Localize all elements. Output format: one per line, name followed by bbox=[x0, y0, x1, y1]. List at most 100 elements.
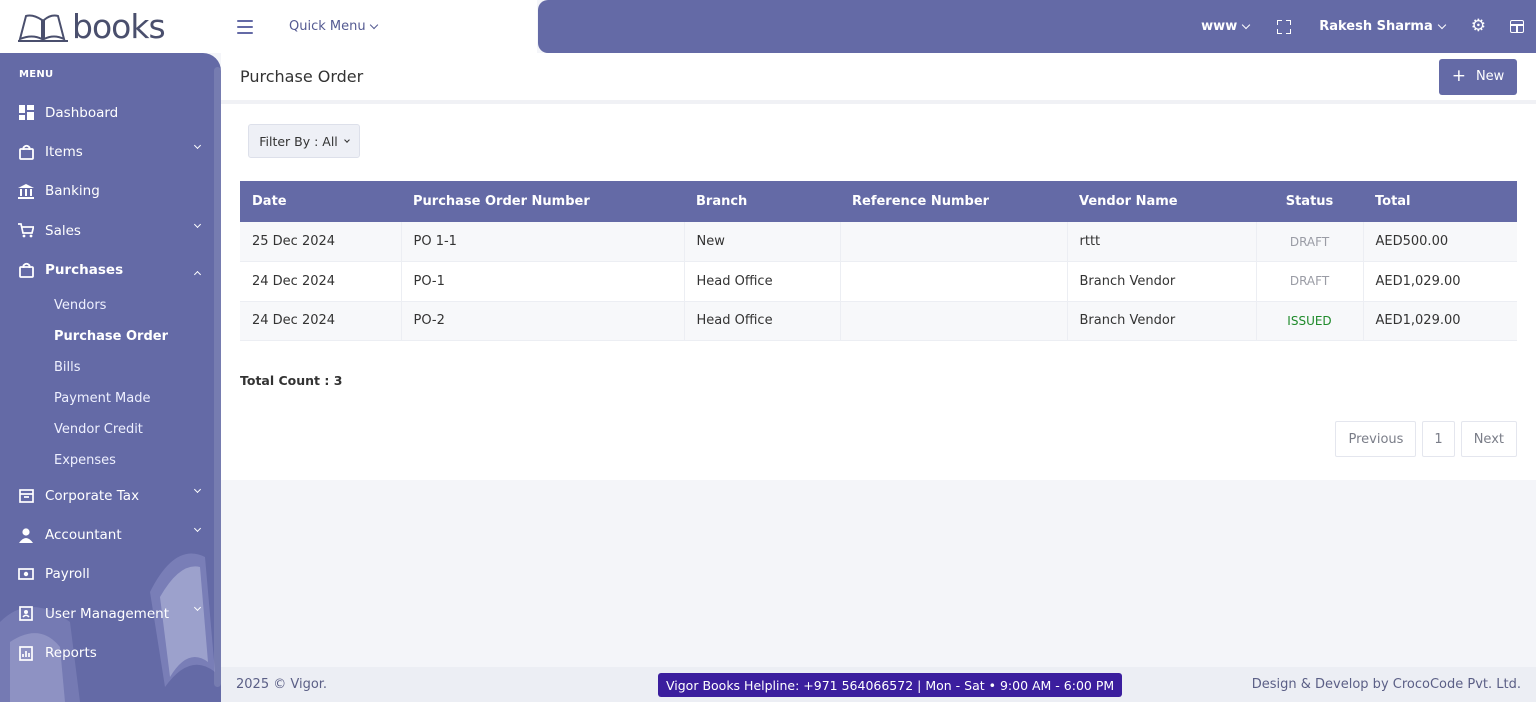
footer-credit: Design & Develop by CrocoCode Pvt. Ltd. bbox=[1251, 677, 1521, 692]
cell-date: 24 Dec 2024 bbox=[240, 301, 402, 341]
chevron-down-icon bbox=[193, 604, 202, 612]
cell-branch: Head Office bbox=[684, 301, 841, 341]
sidebar-item-accountant[interactable]: Accountant bbox=[0, 515, 221, 554]
chevron-down-icon bbox=[193, 485, 202, 493]
submenu-item-bills[interactable]: Bills bbox=[0, 352, 221, 383]
footer-copyright: 2025 © Vigor. bbox=[236, 677, 328, 692]
table-header-row: Date Purchase Order Number Branch Refere… bbox=[240, 181, 1517, 222]
hamburger-menu-icon[interactable] bbox=[235, 19, 255, 35]
user-icon bbox=[18, 527, 34, 543]
filter-dropdown[interactable]: Filter By : All bbox=[248, 124, 360, 158]
bag-icon bbox=[18, 262, 34, 279]
cell-total: AED1,029.00 bbox=[1375, 313, 1461, 329]
column-header-po-number[interactable]: Purchase Order Number bbox=[401, 181, 684, 222]
sidebar-item-items[interactable]: Items bbox=[0, 132, 221, 171]
next-page-button[interactable]: Next bbox=[1460, 421, 1517, 457]
workspace-dropdown[interactable]: www bbox=[1201, 19, 1251, 34]
sidebar-item-banking[interactable]: Banking bbox=[0, 172, 221, 211]
cart-icon bbox=[18, 223, 34, 239]
previous-page-button[interactable]: Previous bbox=[1335, 421, 1417, 457]
submenu-item-payment-made[interactable]: Payment Made bbox=[0, 383, 221, 414]
helpline-banner: Vigor Books Helpline: +971 564066572 | M… bbox=[658, 673, 1123, 697]
sidebar-item-label: Purchases bbox=[45, 262, 124, 279]
column-header-total[interactable]: Total bbox=[1363, 181, 1517, 222]
table-row[interactable]: 24 Dec 2024 PO-1 Head Office Branch Vend… bbox=[240, 261, 1517, 301]
column-header-branch[interactable]: Branch bbox=[684, 181, 840, 222]
cell-reference-number bbox=[840, 301, 1068, 341]
filter-label: Filter By : All bbox=[259, 133, 338, 149]
sidebar-item-label: Banking bbox=[45, 183, 100, 200]
sidebar-item-sales[interactable]: Sales bbox=[0, 211, 221, 250]
footer: 2025 © Vigor. Vigor Books Helpline: +971… bbox=[221, 667, 1536, 702]
cell-total: AED1,029.00 bbox=[1375, 273, 1461, 289]
user-menu-dropdown[interactable]: Rakesh Sharma bbox=[1319, 19, 1446, 34]
column-header-vendor-name[interactable]: Vendor Name bbox=[1067, 181, 1256, 222]
status-badge: DRAFT bbox=[1256, 261, 1364, 301]
table-row[interactable]: 24 Dec 2024 PO-2 Head Office Branch Vend… bbox=[240, 301, 1517, 341]
submenu-item-expenses[interactable]: Expenses bbox=[0, 445, 221, 476]
sidebar-item-corporate-tax[interactable]: Corporate Tax bbox=[0, 476, 221, 515]
submenu-item-vendor-credit[interactable]: Vendor Credit bbox=[0, 414, 221, 445]
column-header-status[interactable]: Status bbox=[1256, 181, 1363, 222]
chevron-down-icon bbox=[343, 137, 350, 143]
user-badge-icon bbox=[18, 606, 34, 622]
money-icon bbox=[18, 566, 34, 582]
sidebar-item-user-management[interactable]: User Management bbox=[0, 594, 221, 633]
bank-icon bbox=[18, 183, 34, 199]
plus-icon: + bbox=[1451, 66, 1466, 86]
submenu-item-purchase-order[interactable]: Purchase Order bbox=[0, 321, 221, 352]
pagination: Previous 1 Next bbox=[1335, 421, 1517, 457]
quick-menu-dropdown[interactable]: Quick Menu bbox=[289, 19, 378, 34]
cell-po-number: PO-2 bbox=[401, 301, 685, 341]
table-row[interactable]: 25 Dec 2024 PO 1-1 New rttt DRAFT AED500… bbox=[240, 222, 1517, 262]
quick-menu-label: Quick Menu bbox=[289, 19, 366, 34]
column-header-reference-number[interactable]: Reference Number bbox=[840, 181, 1067, 222]
bag-icon bbox=[18, 144, 34, 160]
new-purchase-order-button[interactable]: + New bbox=[1439, 58, 1517, 95]
chevron-down-icon bbox=[193, 142, 202, 150]
cell-vendor-name: rttt bbox=[1067, 222, 1257, 262]
cell-branch: Head Office bbox=[684, 261, 841, 301]
purchases-submenu: Vendors Purchase Order Bills Payment Mad… bbox=[0, 290, 221, 476]
main-content: Purchase Order + New Filter By : All Dat… bbox=[221, 53, 1536, 480]
cell-po-number: PO-1 bbox=[401, 261, 685, 301]
brand-logo[interactable]: books bbox=[0, 0, 221, 53]
fullscreen-icon[interactable] bbox=[1277, 19, 1292, 34]
sidebar-item-label: Dashboard bbox=[45, 104, 119, 121]
sidebar-item-payroll[interactable]: Payroll bbox=[0, 555, 221, 594]
status-badge: DRAFT bbox=[1256, 222, 1364, 262]
cell-po-number: PO 1-1 bbox=[401, 222, 685, 262]
page-header: Purchase Order + New bbox=[221, 53, 1536, 104]
workspace-label: www bbox=[1201, 19, 1238, 34]
sidebar-item-label: Reports bbox=[45, 645, 97, 662]
sidebar-item-purchases[interactable]: Purchases bbox=[0, 251, 221, 290]
chevron-down-icon bbox=[1241, 20, 1251, 29]
gear-icon[interactable]: ⚙ bbox=[1471, 18, 1486, 35]
sidebar: MENU Dashboard Items Banking Sales Purch… bbox=[0, 53, 221, 702]
page-number-button[interactable]: 1 bbox=[1422, 421, 1455, 457]
book-logo-icon bbox=[18, 14, 68, 42]
sidebar-item-reports[interactable]: Reports bbox=[0, 634, 221, 673]
cell-reference-number bbox=[840, 222, 1068, 262]
sidebar-item-label: Payroll bbox=[45, 566, 90, 583]
page-title: Purchase Order bbox=[240, 67, 364, 86]
chevron-down-icon bbox=[369, 20, 378, 29]
chevron-down-icon bbox=[193, 221, 202, 229]
layout-icon[interactable] bbox=[1510, 20, 1524, 33]
submenu-item-vendors[interactable]: Vendors bbox=[0, 290, 221, 321]
chevron-up-icon bbox=[193, 270, 202, 278]
new-button-label: New bbox=[1475, 69, 1505, 84]
topbar-left: Quick Menu bbox=[221, 0, 537, 53]
sidebar-item-label: User Management bbox=[45, 605, 169, 622]
column-header-date[interactable]: Date bbox=[240, 181, 401, 222]
menu-heading: MENU bbox=[19, 69, 54, 80]
chevron-down-icon bbox=[193, 525, 202, 533]
archive-icon bbox=[18, 488, 34, 504]
purchase-order-table: Date Purchase Order Number Branch Refere… bbox=[240, 181, 1517, 341]
cell-reference-number bbox=[840, 261, 1068, 301]
sidebar-item-dashboard[interactable]: Dashboard bbox=[0, 93, 221, 132]
chevron-down-icon bbox=[1437, 20, 1446, 29]
cell-branch: New bbox=[684, 222, 841, 262]
sidebar-item-label: Corporate Tax bbox=[45, 487, 140, 504]
sidebar-item-label: Items bbox=[45, 144, 83, 161]
